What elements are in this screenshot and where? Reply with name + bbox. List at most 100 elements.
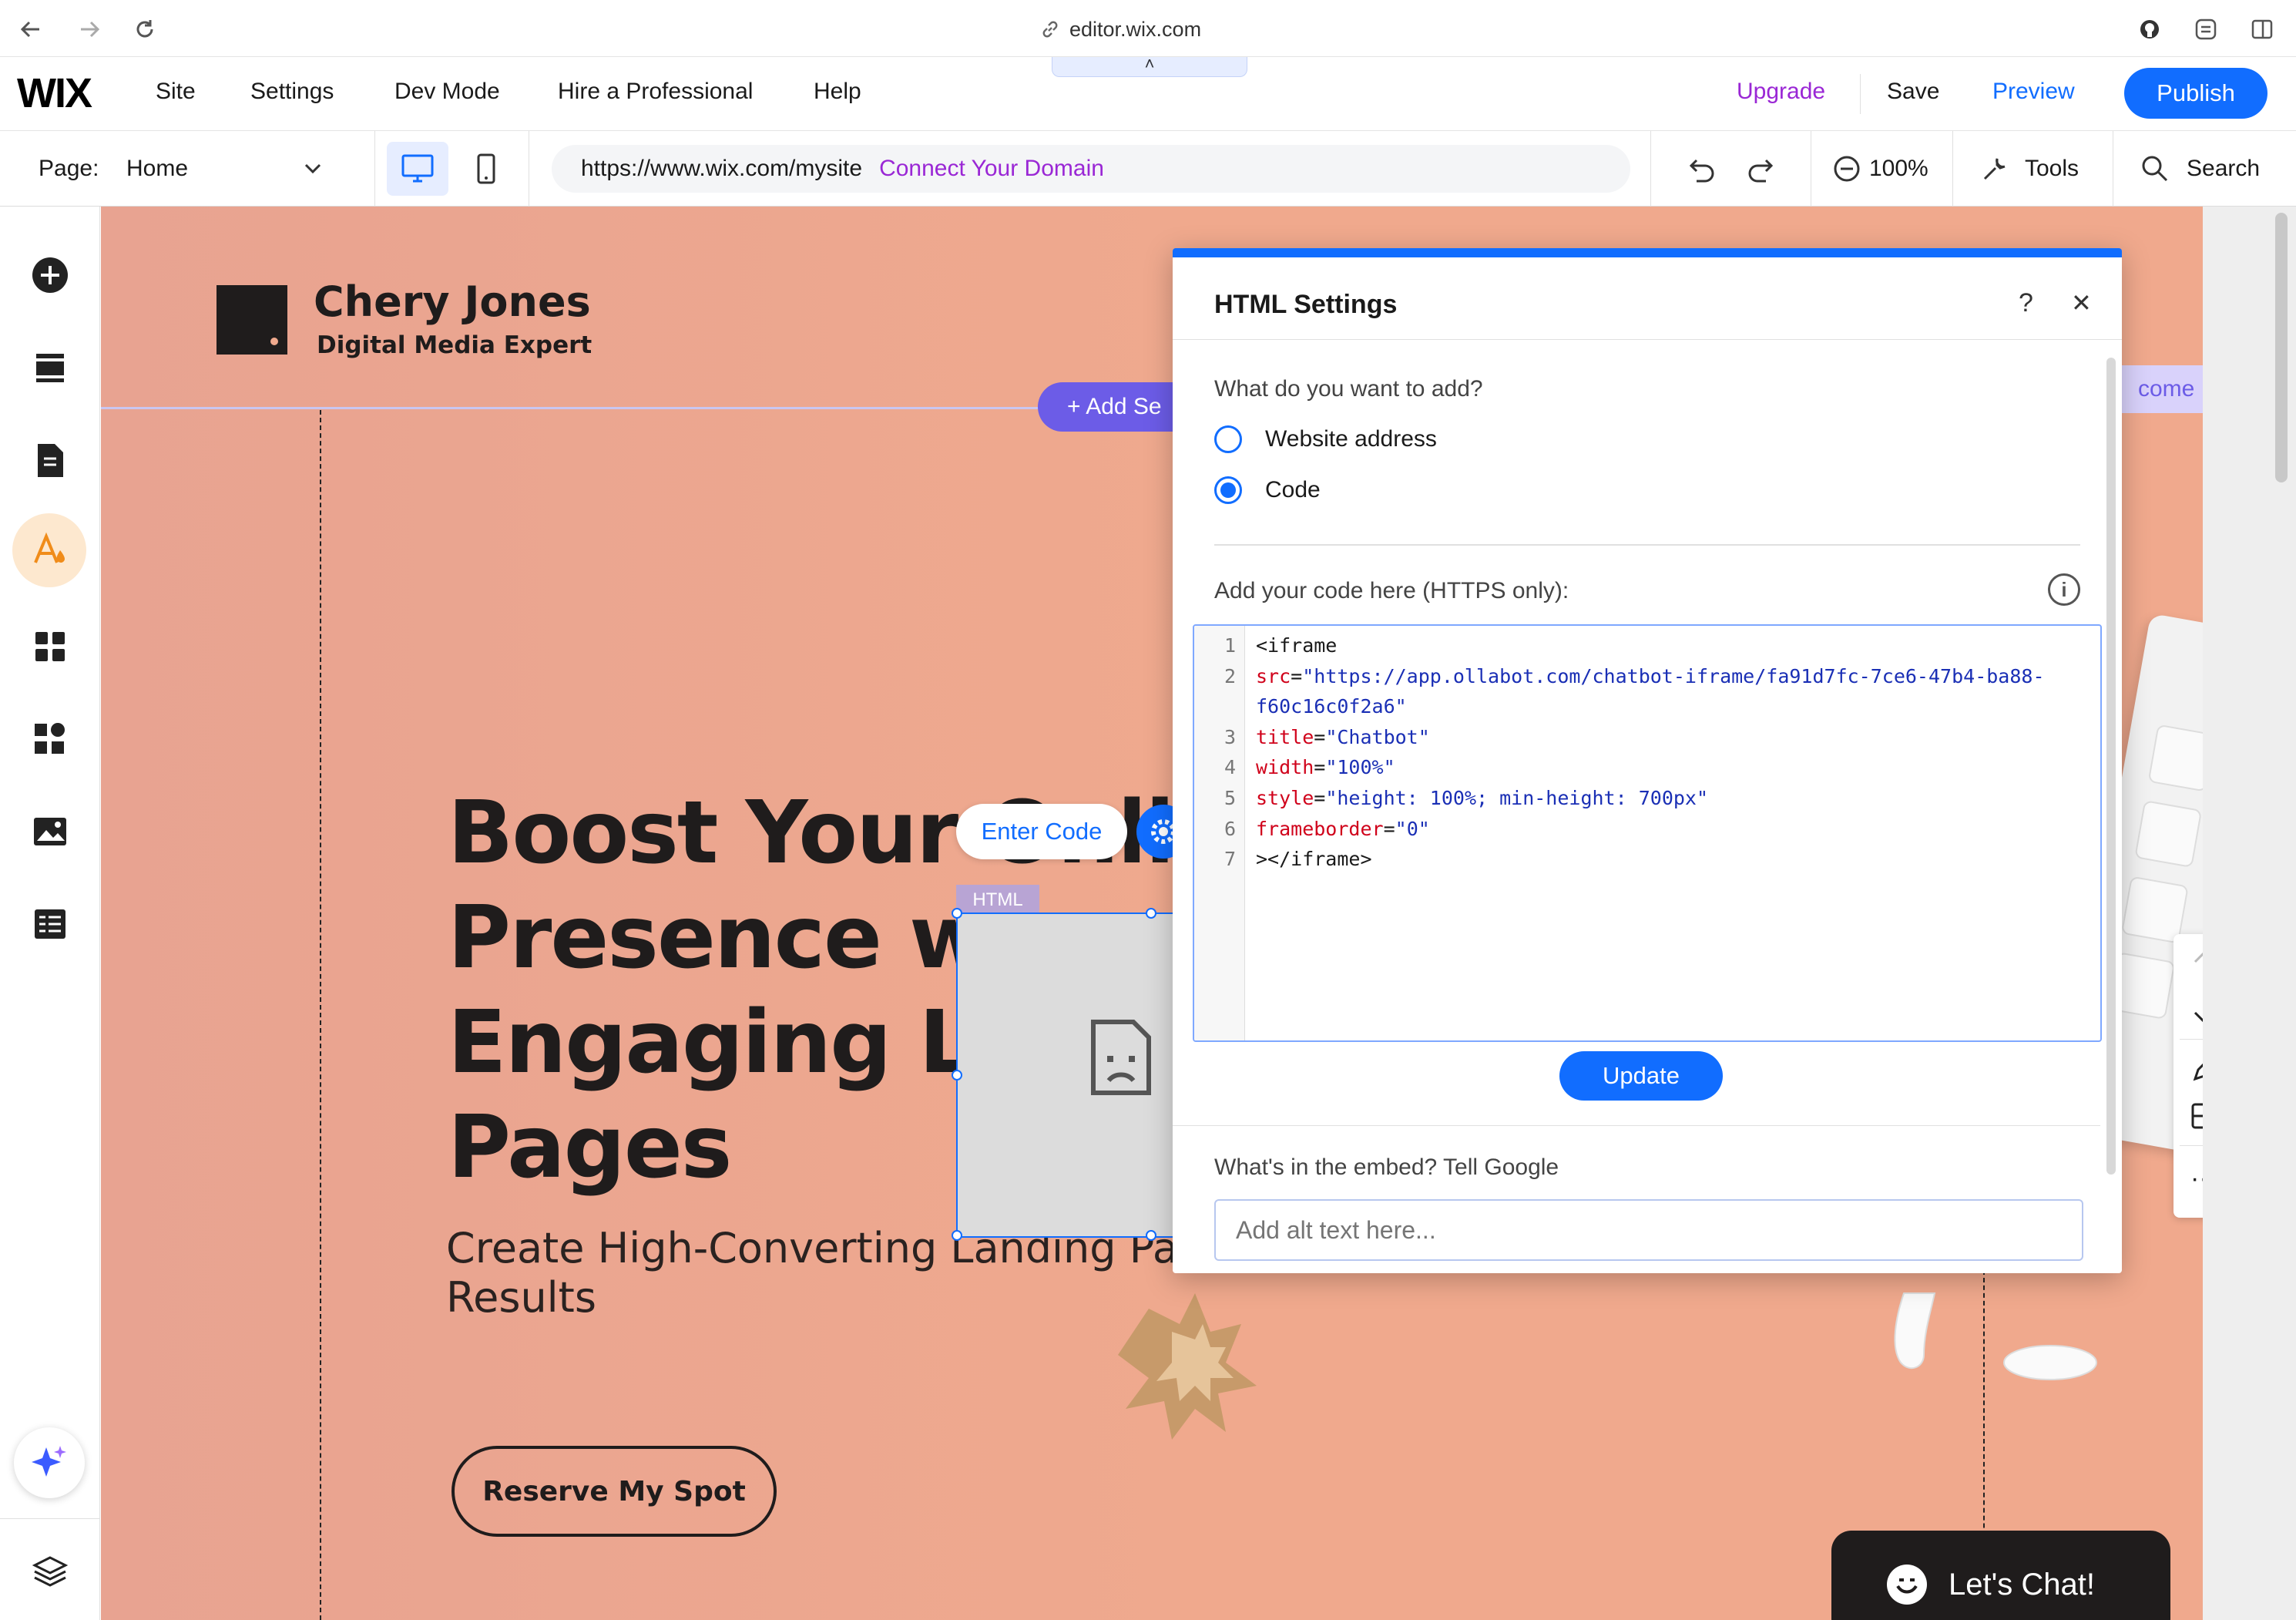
- menu-dev-mode[interactable]: Dev Mode: [394, 79, 500, 105]
- layout-icon[interactable]: [2190, 1102, 2203, 1134]
- update-button[interactable]: Update: [1559, 1051, 1723, 1101]
- upgrade-link[interactable]: Upgrade: [1737, 79, 1825, 105]
- pencil-icon[interactable]: [2190, 1056, 2203, 1087]
- code-text: frameborder="0": [1256, 814, 1430, 845]
- preview-button[interactable]: Preview: [1992, 79, 2075, 105]
- brand-tagline[interactable]: Digital Media Expert: [317, 331, 592, 359]
- code-line: 7 ></iframe>: [1194, 844, 2100, 875]
- wix-logo[interactable]: WIX: [17, 69, 92, 117]
- link-icon: [1042, 21, 1058, 38]
- chat-widget-button[interactable]: Let's Chat!: [1831, 1531, 2170, 1620]
- info-icon[interactable]: i: [2048, 573, 2080, 606]
- alt-text-input[interactable]: [1214, 1199, 2083, 1261]
- tools-button[interactable]: Tools: [1980, 154, 2079, 183]
- arrow-down-icon[interactable]: [2190, 996, 2203, 1030]
- arrow-up-icon[interactable]: [2190, 948, 2203, 983]
- arrow-right-icon[interactable]: [74, 14, 105, 45]
- menu-hire-professional[interactable]: Hire a Professional: [558, 79, 753, 105]
- code-editor[interactable]: 1 <iframe 2 src="https://app.ollabot.com/ch…: [1193, 624, 2102, 1042]
- business-tools-icon[interactable]: [29, 718, 71, 760]
- address-bar[interactable]: editor.wix.com: [1040, 14, 1271, 45]
- save-button[interactable]: Save: [1887, 79, 1939, 105]
- chevron-down-icon[interactable]: [302, 157, 324, 183]
- code-line: f60c16c0f2a6": [1194, 691, 2100, 722]
- mobile-icon: [477, 153, 495, 184]
- page-selector[interactable]: Home: [126, 156, 188, 182]
- arrow-left-icon[interactable]: [15, 14, 46, 45]
- browser-toolbar: editor.wix.com: [0, 0, 2296, 57]
- enter-code-button[interactable]: Enter Code: [956, 804, 1127, 859]
- reload-icon[interactable]: [129, 14, 160, 45]
- brand-name[interactable]: Chery Jones: [314, 277, 591, 326]
- divider: [2180, 1039, 2203, 1040]
- code-token: =: [1314, 786, 1326, 809]
- wrench-icon: [1983, 158, 2006, 180]
- divider: [1860, 74, 1861, 114]
- redo-icon[interactable]: [1744, 154, 1775, 189]
- menu-settings[interactable]: Settings: [250, 79, 334, 105]
- add-section-button[interactable]: + Add Se: [1038, 382, 1192, 432]
- site-logo[interactable]: [217, 285, 287, 355]
- menu-site[interactable]: Site: [156, 79, 196, 105]
- hero-subtitle[interactable]: Create High-Converting Landing Pa Result…: [446, 1224, 1178, 1323]
- html-element-tag: HTML: [956, 885, 1039, 916]
- code-text: style="height: 100%; min-height: 700px": [1256, 783, 1708, 814]
- code-token: "0": [1395, 817, 1430, 840]
- line-number: 5: [1224, 786, 1236, 809]
- sidebar-toggle-icon[interactable]: [2247, 14, 2278, 45]
- line-number: 2: [1224, 664, 1236, 687]
- help-icon[interactable]: ?: [2019, 288, 2033, 318]
- code-token: style: [1256, 786, 1314, 809]
- code-token: src: [1256, 664, 1291, 687]
- hero-subtitle-line: Results: [446, 1273, 596, 1322]
- toolbar-collapse-tab[interactable]: ˄: [1052, 55, 1247, 77]
- grid-guide-left: [320, 410, 321, 1620]
- code-text: src="https://app.ollabot.com/chatbot-ifr…: [1256, 661, 2045, 692]
- search-button[interactable]: Search: [2140, 154, 2260, 183]
- resize-handle[interactable]: [1146, 1230, 1156, 1241]
- layers-icon[interactable]: [29, 1551, 71, 1592]
- code-token: "100%": [1325, 756, 1395, 779]
- extension-icon[interactable]: [2190, 14, 2221, 45]
- site-url-bar: https://www.wix.com/mysite Connect Your …: [552, 145, 1630, 193]
- media-icon[interactable]: [29, 811, 71, 852]
- resize-handle[interactable]: [952, 1230, 962, 1241]
- add-elements-icon[interactable]: [29, 254, 71, 296]
- zoom-control[interactable]: 100%: [1832, 154, 1928, 183]
- connect-domain-link[interactable]: Connect Your Domain: [879, 156, 1104, 182]
- code-text: title="Chatbot": [1256, 722, 1430, 753]
- sparkle-icon: [32, 1446, 66, 1477]
- resize-handle[interactable]: [1146, 908, 1156, 919]
- embed-alt-label: What's in the embed? Tell Google: [1214, 1155, 1559, 1180]
- design-button[interactable]: [12, 513, 86, 587]
- scrollbar-thumb[interactable]: [2275, 213, 2288, 482]
- pages-icon[interactable]: [29, 439, 71, 481]
- code-token: "Chatbot": [1325, 725, 1430, 748]
- menu-help[interactable]: Help: [814, 79, 861, 105]
- resize-handle[interactable]: [952, 908, 962, 919]
- publish-button[interactable]: Publish: [2124, 68, 2267, 119]
- code-token: width: [1256, 756, 1314, 779]
- desktop-view-button[interactable]: [387, 142, 448, 196]
- resize-handle[interactable]: [952, 1070, 962, 1081]
- radio-code[interactable]: Code: [1214, 476, 1321, 504]
- code-token: =: [1314, 756, 1326, 779]
- cms-icon[interactable]: [29, 903, 71, 945]
- ai-assistant-button[interactable]: [14, 1427, 85, 1498]
- html-settings-dialog: HTML Settings ? ✕ What do you want to ad…: [1173, 248, 2122, 1273]
- apps-icon[interactable]: [29, 626, 71, 667]
- reserve-spot-button[interactable]: Reserve My Spot: [451, 1446, 777, 1537]
- divider: [1952, 131, 1953, 207]
- github-icon[interactable]: [2134, 14, 2165, 45]
- more-icon[interactable]: ···: [2190, 1165, 2203, 1191]
- undo-icon[interactable]: [1687, 154, 1718, 189]
- code-line: 3 title="Chatbot": [1194, 722, 2100, 753]
- radio-website-address[interactable]: Website address: [1214, 425, 1437, 453]
- close-icon[interactable]: ✕: [2071, 288, 2092, 318]
- code-line: 2 src="https://app.ollabot.com/chatbot-if…: [1194, 661, 2100, 692]
- add-section-icon[interactable]: [29, 347, 71, 388]
- dialog-scrollbar[interactable]: [2106, 358, 2116, 1175]
- welcome-section-tag[interactable]: come: [2120, 365, 2203, 413]
- mobile-view-button[interactable]: [467, 142, 505, 196]
- left-tool-rail: [0, 207, 100, 1620]
